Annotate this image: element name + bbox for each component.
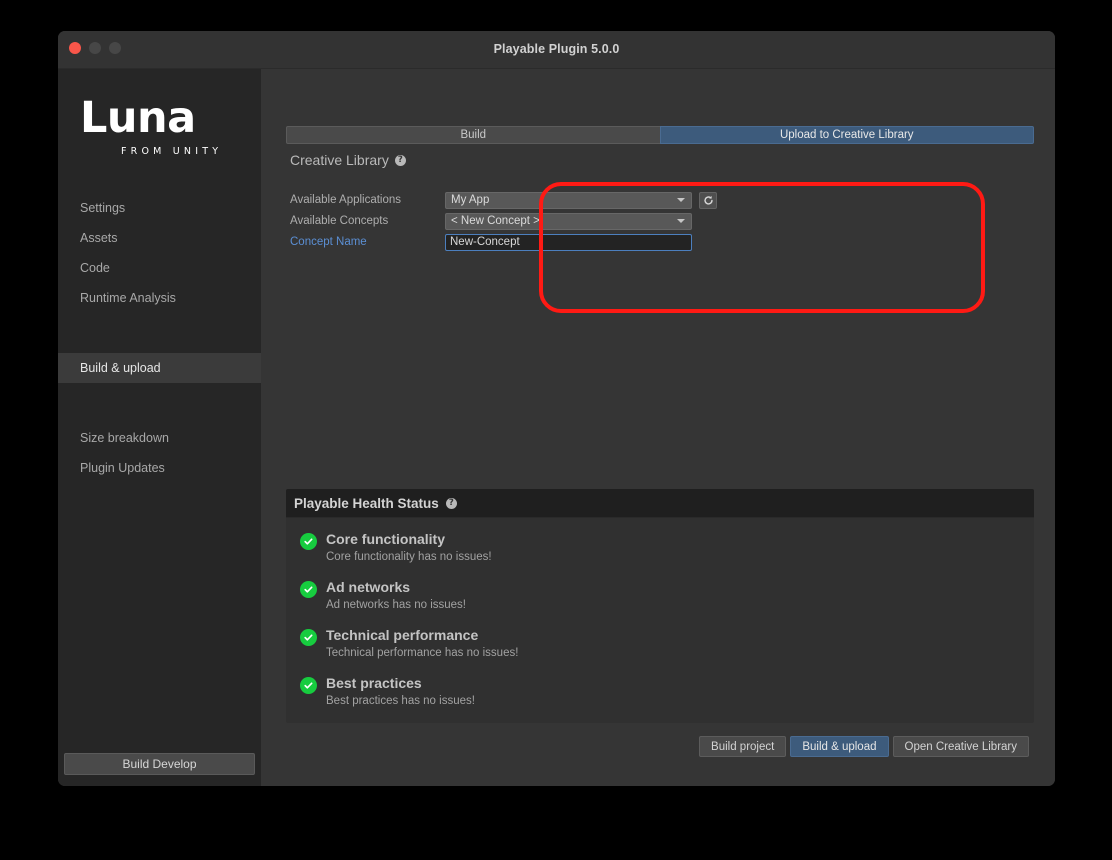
sidebar-item-plugin-updates[interactable]: Plugin Updates — [58, 453, 261, 483]
help-icon[interactable]: ? — [394, 154, 406, 166]
refresh-applications-button[interactable] — [699, 191, 717, 209]
health-item-text: Best practices Best practices has no iss… — [326, 674, 475, 707]
sidebar-item-code[interactable]: Code — [58, 253, 261, 283]
health-item-technical-performance: Technical performance Technical performa… — [286, 626, 1034, 659]
health-item-best-practices: Best practices Best practices has no iss… — [286, 674, 1034, 707]
field-row-available-applications: Available Applications My App — [290, 190, 726, 210]
concept-name-label[interactable]: Concept Name — [290, 236, 445, 248]
creative-library-title: Creative Library ? — [286, 152, 726, 168]
health-status-title: Playable Health Status — [294, 495, 439, 511]
check-circle-icon — [300, 629, 317, 646]
available-applications-label: Available Applications — [290, 194, 402, 206]
logo-wordmark: Luna — [80, 93, 196, 143]
logo-tagline: FROM UNITY — [121, 146, 223, 157]
health-item-text: Ad networks Ad networks has no issues! — [326, 578, 466, 611]
health-item-description: Best practices has no issues! — [326, 695, 475, 707]
check-circle-icon — [300, 581, 317, 598]
available-applications-dropdown[interactable]: My App — [445, 191, 692, 209]
sidebar-item-build-upload[interactable]: Build & upload — [58, 353, 261, 383]
health-status-header: Playable Health Status ? — [286, 489, 1034, 518]
available-concepts-dropdown[interactable]: < New Concept > — [445, 212, 692, 230]
build-develop-button[interactable]: Build Develop — [64, 753, 255, 775]
chevron-down-icon — [677, 219, 685, 223]
action-button-bar: Build project Build & upload Open Creati… — [699, 736, 1029, 757]
health-item-core-functionality: Core functionality Core functionality ha… — [286, 530, 1034, 563]
health-item-description: Technical performance has no issues! — [326, 647, 519, 659]
health-status-list: Core functionality Core functionality ha… — [286, 518, 1034, 723]
playable-health-status-panel: Playable Health Status ? Core functional… — [286, 489, 1034, 723]
health-item-title: Technical performance — [326, 627, 479, 643]
tab-upload-to-creative-library[interactable]: Upload to Creative Library — [659, 126, 1034, 144]
sidebar-nav: Settings Assets Code Runtime Analysis Bu… — [58, 193, 261, 483]
health-item-title: Core functionality — [326, 531, 446, 547]
health-item-description: Core functionality has no issues! — [326, 551, 492, 563]
main-content: Build Upload to Creative Library Creativ… — [261, 69, 1055, 786]
luna-logo: Luna FROM UNITY — [58, 69, 261, 157]
refresh-icon — [703, 195, 713, 205]
health-item-ad-networks: Ad networks Ad networks has no issues! — [286, 578, 1034, 611]
concept-name-input[interactable] — [445, 233, 692, 251]
health-item-text: Technical performance Technical performa… — [326, 626, 518, 659]
sidebar-item-runtime-analysis[interactable]: Runtime Analysis — [58, 283, 261, 313]
health-item-text: Core functionality Core functionality ha… — [326, 530, 492, 563]
check-circle-icon — [300, 677, 317, 694]
sidebar-footer: Build Develop — [64, 753, 255, 775]
tab-build[interactable]: Build — [286, 126, 660, 144]
health-item-title: Ad networks — [326, 579, 411, 595]
sidebar-item-size-breakdown[interactable]: Size breakdown — [58, 423, 261, 453]
build-and-upload-button[interactable]: Build & upload — [790, 736, 889, 757]
app-window: Playable Plugin 5.0.0 Luna FROM UNITY Se… — [58, 31, 1055, 786]
title-bar: Playable Plugin 5.0.0 — [58, 31, 1055, 69]
build-project-button[interactable]: Build project — [699, 736, 787, 757]
sidebar: Luna FROM UNITY Settings Assets Code Run… — [58, 69, 261, 786]
available-applications-value: My App — [451, 194, 490, 206]
health-item-title: Best practices — [326, 675, 422, 691]
health-item-description: Ad networks has no issues! — [326, 599, 466, 611]
tab-bar: Build Upload to Creative Library — [286, 126, 1034, 144]
window-title: Playable Plugin 5.0.0 — [493, 42, 620, 56]
sidebar-item-assets[interactable]: Assets — [58, 223, 261, 253]
available-concepts-value: < New Concept > — [451, 215, 540, 227]
help-icon[interactable]: ? — [445, 497, 457, 509]
open-creative-library-button[interactable]: Open Creative Library — [892, 736, 1029, 757]
chevron-down-icon — [677, 198, 685, 202]
check-circle-icon — [300, 533, 317, 550]
creative-library-panel: Creative Library ? Available Application… — [286, 152, 726, 272]
creative-library-title-label: Creative Library — [290, 152, 389, 168]
field-row-concept-name: Concept Name — [290, 232, 726, 252]
available-concepts-label: Available Concepts — [290, 215, 389, 227]
field-row-available-concepts: Available Concepts < New Concept > — [290, 211, 726, 231]
creative-library-fields: Available Applications My App Available … — [286, 190, 726, 252]
window-body: Luna FROM UNITY Settings Assets Code Run… — [58, 69, 1055, 786]
sidebar-item-settings[interactable]: Settings — [58, 193, 261, 223]
